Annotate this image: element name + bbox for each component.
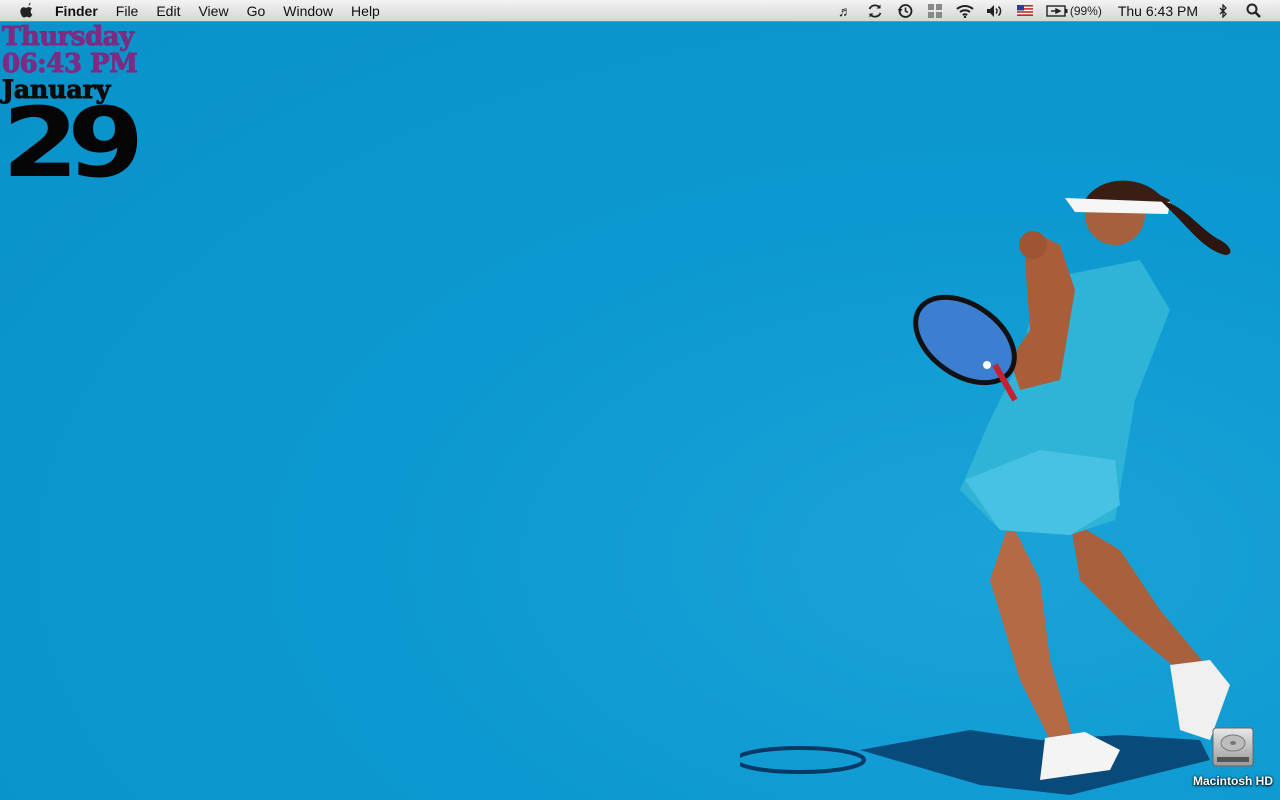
battery-percent: (99%) — [1069, 3, 1102, 18]
bluetooth-icon[interactable] — [1208, 0, 1238, 22]
spaces-icon[interactable] — [920, 0, 950, 22]
wifi-icon[interactable] — [950, 0, 980, 22]
menu-file[interactable]: File — [107, 0, 148, 22]
date-widget: Thursday 06:43 PM January 29 — [1, 22, 144, 192]
desktop-background — [0, 0, 1280, 800]
menu-clock[interactable]: Thu 6:43 PM — [1108, 3, 1208, 19]
spotlight-search-icon[interactable] — [1238, 0, 1268, 22]
widget-date: 29 — [2, 87, 144, 199]
menu-view[interactable]: View — [189, 0, 237, 22]
tennis-player-wallpaper-image — [740, 180, 1231, 795]
us-flag-icon[interactable] — [1010, 0, 1040, 22]
volume-icon[interactable] — [980, 0, 1010, 22]
menu-edit[interactable]: Edit — [147, 0, 189, 22]
menu-go[interactable]: Go — [238, 0, 275, 22]
apple-icon[interactable] — [16, 0, 38, 22]
music-note-icon[interactable]: ♬ — [830, 0, 860, 22]
drive-label: Macintosh HD — [1192, 774, 1273, 788]
widget-time: 06:43 PM — [1, 49, 138, 79]
widget-day: Thursday — [1, 22, 134, 52]
battery-icon[interactable]: (99%) — [1040, 0, 1108, 22]
menu-bar: Finder File Edit View Go Window Help ♬ (… — [0, 0, 1280, 22]
menu-finder[interactable]: Finder — [46, 0, 107, 22]
sync-icon[interactable] — [860, 0, 890, 22]
time-machine-icon[interactable] — [890, 0, 920, 22]
hard-drive-icon — [1212, 727, 1254, 767]
menu-window[interactable]: Window — [274, 0, 342, 22]
macintosh-hd-desktop-icon[interactable]: Macintosh HD — [1188, 726, 1278, 788]
menu-help[interactable]: Help — [342, 0, 389, 22]
